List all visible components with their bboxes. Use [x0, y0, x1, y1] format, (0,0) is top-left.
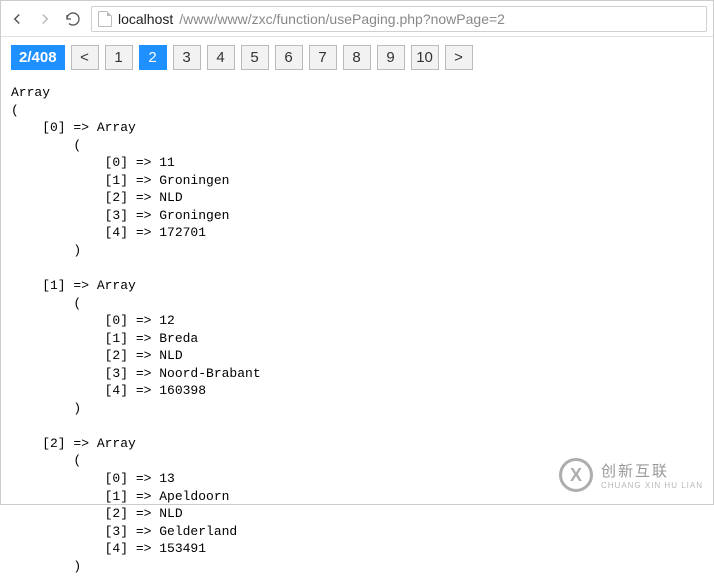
- next-page-button[interactable]: >: [445, 45, 473, 70]
- page-button-4[interactable]: 4: [207, 45, 235, 70]
- page-button-2[interactable]: 2: [139, 45, 167, 70]
- page-button-6[interactable]: 6: [275, 45, 303, 70]
- page-indicator: 2/408: [11, 45, 65, 70]
- page-button-7[interactable]: 7: [309, 45, 337, 70]
- reload-button[interactable]: [63, 9, 83, 29]
- watermark-logo-icon: X: [559, 458, 593, 492]
- url-host: localhost: [118, 11, 173, 27]
- browser-toolbar: localhost/www/www/zxc/function/usePaging…: [1, 1, 713, 37]
- array-dump: Array ( [0] => Array ( [0] => 11 [1] => …: [11, 84, 703, 575]
- page-icon: [98, 11, 112, 27]
- watermark: X 创新互联 CHUANG XIN HU LIAN: [559, 458, 703, 492]
- url-path: /www/www/zxc/function/usePaging.php?nowP…: [179, 11, 505, 27]
- watermark-en: CHUANG XIN HU LIAN: [601, 481, 703, 490]
- page-button-8[interactable]: 8: [343, 45, 371, 70]
- page-button-10[interactable]: 10: [411, 45, 439, 70]
- prev-page-button[interactable]: <: [71, 45, 99, 70]
- page-button-9[interactable]: 9: [377, 45, 405, 70]
- page-button-5[interactable]: 5: [241, 45, 269, 70]
- back-button[interactable]: [7, 9, 27, 29]
- watermark-text: 创新互联 CHUANG XIN HU LIAN: [601, 460, 703, 490]
- pagination: 2/408 < 12345678910 >: [11, 45, 703, 70]
- page-content: 2/408 < 12345678910 > Array ( [0] => Arr…: [1, 37, 713, 585]
- watermark-cn: 创新互联: [601, 460, 703, 481]
- page-button-3[interactable]: 3: [173, 45, 201, 70]
- address-bar[interactable]: localhost/www/www/zxc/function/usePaging…: [91, 6, 707, 32]
- forward-button[interactable]: [35, 9, 55, 29]
- page-button-1[interactable]: 1: [105, 45, 133, 70]
